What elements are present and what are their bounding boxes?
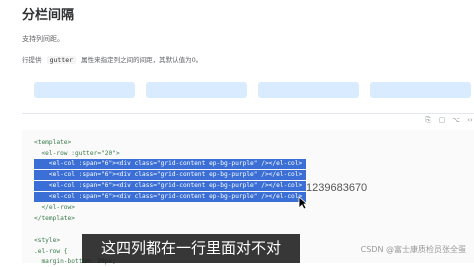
- code-line: </el-row>: [34, 204, 75, 211]
- page-title: 分栏间隔: [22, 8, 75, 23]
- watermark: CSDN @富士康质检员张全蛋: [360, 245, 466, 254]
- code-expand-icon[interactable]: ▢: [438, 116, 446, 126]
- gutter-code: gutter: [46, 56, 77, 64]
- code-line: </template>: [34, 215, 75, 222]
- section-description: 支持列间距。: [22, 35, 64, 43]
- demo-divider: [22, 113, 474, 114]
- expand-icon[interactable]: ‹›: [466, 116, 474, 126]
- demo-row: [34, 82, 474, 98]
- overlay-number: 1239683670: [306, 182, 368, 194]
- code-line-selected: <el-col :span="6"><div class="grid-conte…: [34, 159, 307, 169]
- code-line: .el-row {: [34, 248, 68, 255]
- demo-column: [34, 82, 135, 98]
- demo-column: [258, 82, 359, 98]
- code-line-selected: <el-col :span="6"><div class="grid-conte…: [34, 170, 307, 180]
- code-line-selected: <el-col :span="6"><div class="grid-conte…: [34, 181, 307, 191]
- demo-column: [370, 82, 471, 98]
- source-icon[interactable]: ⌥: [452, 116, 460, 126]
- code-line-selected: <el-col :span="6"><div class="grid-conte…: [34, 192, 307, 202]
- video-subtitle: 这四列都在一行里面对不对: [82, 234, 300, 263]
- gutter-text-after: 属性来指定列之间的间距，其默认值为0。: [81, 56, 203, 64]
- code-line: <template>: [34, 139, 72, 146]
- gutter-text-before: 行提供: [22, 56, 42, 64]
- copy-icon[interactable]: ⎘: [424, 116, 432, 126]
- mouse-cursor-icon: [298, 196, 308, 210]
- gutter-description: 行提供 gutter 属性来指定列之间的间距，其默认值为0。: [22, 54, 202, 64]
- code-line: <style>: [34, 237, 61, 244]
- code-toolbar: ⎘ ▢ ⌥ ‹›: [424, 116, 474, 126]
- demo-column: [146, 82, 247, 98]
- code-line: <el-row :gutter="20">: [34, 150, 120, 157]
